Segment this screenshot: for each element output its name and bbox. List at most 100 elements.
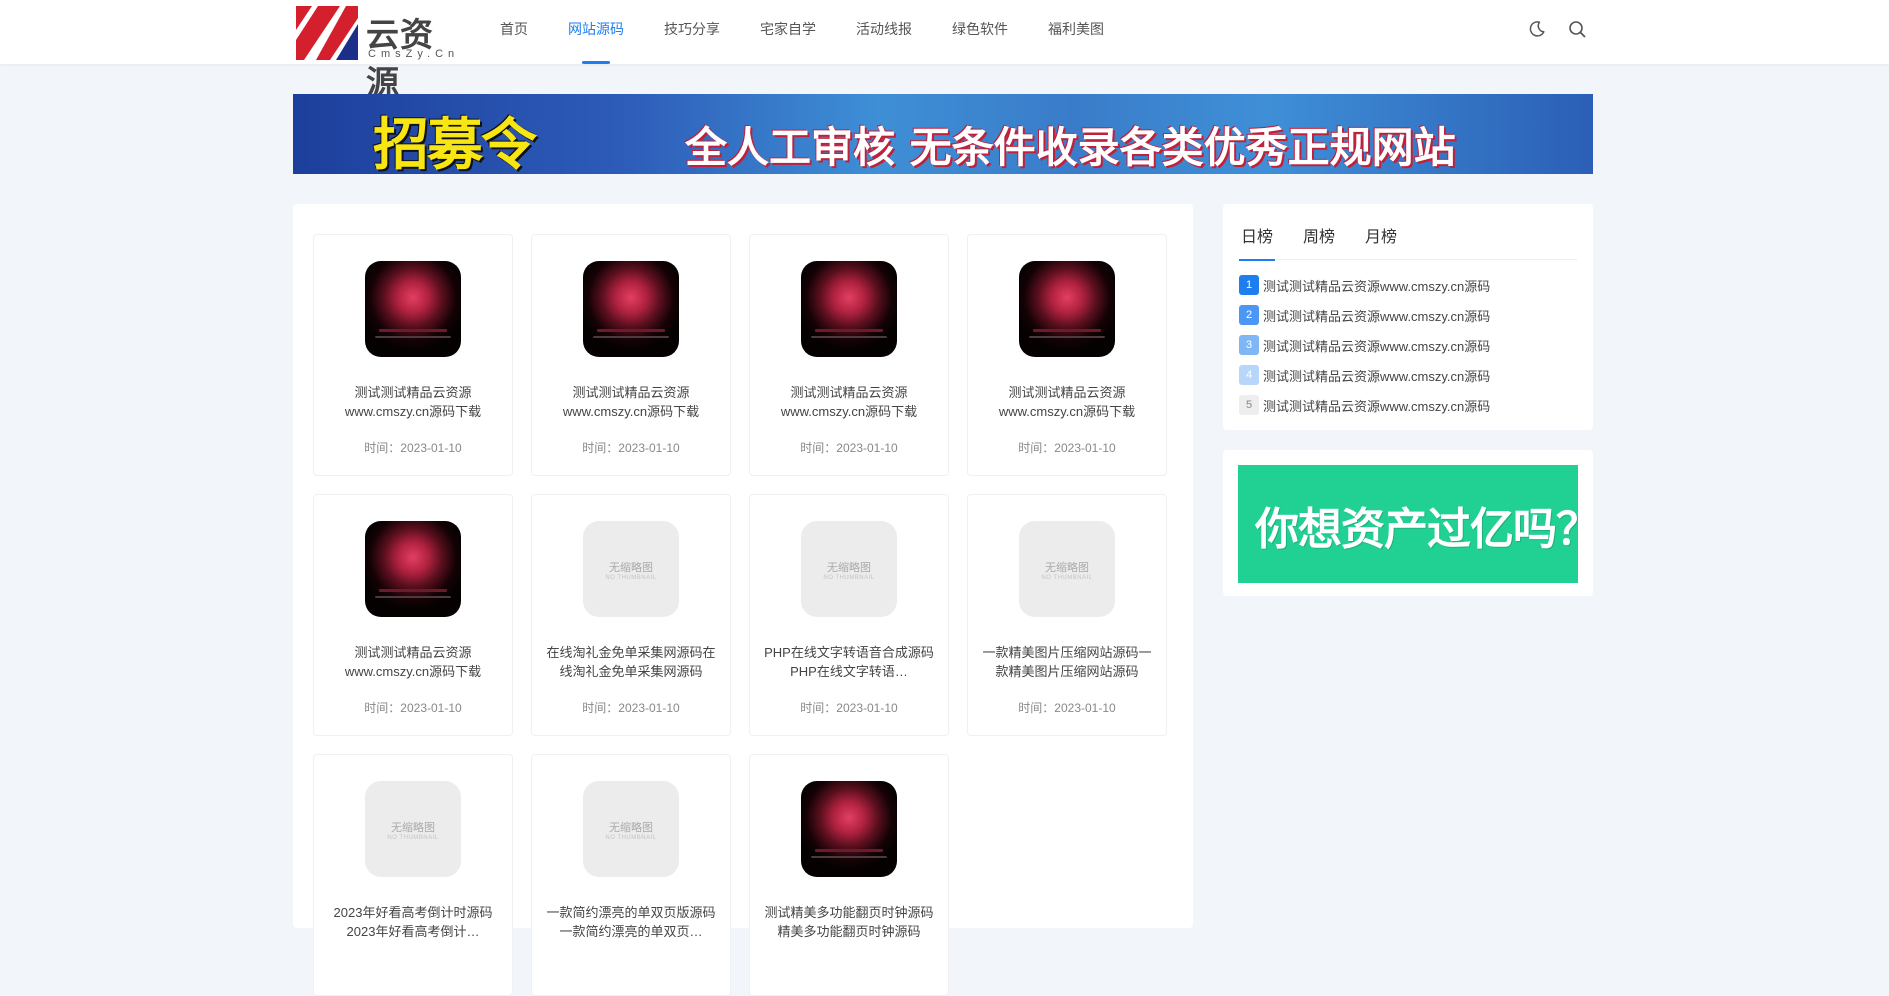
no-thumbnail-label: 无缩略图 [609,562,653,574]
nav-item-website-source[interactable]: 网站源码 [568,0,624,64]
post-title[interactable]: 测试测试精品云资源www.cmszy.cn源码下载 [326,643,500,681]
tab-weekly[interactable]: 周榜 [1301,218,1337,260]
no-thumbnail-label: 无缩略图 [609,822,653,834]
nav-item-gallery[interactable]: 福利美图 [1048,0,1104,64]
nav-item-home[interactable]: 首页 [500,0,528,64]
logo-subtitle: CmsZy.Cn [368,48,460,60]
thumbnail-detail [811,856,887,858]
thumbnail-detail [1029,336,1105,338]
post-card[interactable]: 无缩略图 NO THUMBNAIL PHP在线文字转语音合成源码PHP在线文字转语…… [749,494,949,736]
rank-number-badge: 3 [1239,335,1259,355]
ranking-item-title: 测试测试精品云资源www.cmszy.cn源码 [1263,278,1491,294]
post-thumbnail [801,261,897,357]
site-logo[interactable]: 云资源 CmsZy.Cn [296,6,466,102]
no-thumbnail-placeholder: 无缩略图 NO THUMBNAIL [1019,521,1115,617]
post-card[interactable]: 测试测试精品云资源www.cmszy.cn源码下载时间：2023-01-10 [749,234,949,476]
rank-number-badge: 2 [1239,305,1259,325]
post-card[interactable]: 测试测试精品云资源www.cmszy.cn源码下载时间：2023-01-10 [531,234,731,476]
post-time: 时间：2023-01-10 [1018,701,1116,715]
no-thumbnail-sublabel: NO THUMBNAIL [823,575,875,581]
post-title[interactable]: 测试测试精品云资源www.cmszy.cn源码下载 [762,383,936,421]
post-card[interactable]: 无缩略图 NO THUMBNAIL 在线淘礼金免单采集网源码在线淘礼金免单采集网源码… [531,494,731,736]
ranking-item-title: 测试测试精品云资源www.cmszy.cn源码 [1263,368,1491,384]
banner-headline: 招募令 [373,112,537,174]
post-title[interactable]: 测试测试精品云资源www.cmszy.cn源码下载 [326,383,500,421]
moon-icon[interactable] [1527,19,1547,39]
post-time: 时间：2023-01-10 [800,701,898,715]
post-time: 时间：2023-01-10 [800,441,898,455]
post-card[interactable]: 测试测试精品云资源www.cmszy.cn源码下载时间：2023-01-10 [313,234,513,476]
recruit-banner[interactable]: 招募令 全人工审核 无条件收录各类优秀正规网站 [293,94,1593,174]
no-thumbnail-label: 无缩略图 [1045,562,1089,574]
no-thumbnail-placeholder: 无缩略图 NO THUMBNAIL [801,521,897,617]
ad-text: 你想资产过亿吗？ [1255,504,1600,555]
ad-panel: 你想资产过亿吗？ [1223,450,1600,596]
rank-number-badge: 5 [1239,395,1259,415]
nav-item-tips[interactable]: 技巧分享 [664,0,720,64]
main-nav: 首页 网站源码 技巧分享 宅家自学 活动线报 绿色软件 福利美图 [500,0,1144,64]
nav-item-software[interactable]: 绿色软件 [952,0,1008,64]
post-title[interactable]: PHP在线文字转语音合成源码PHP在线文字转语… [762,643,936,681]
post-thumbnail [365,521,461,617]
thumbnail-detail [375,596,451,598]
post-title[interactable]: 测试精美多功能翻页时钟源码精美多功能翻页时钟源码 [762,903,936,941]
post-thumbnail [365,261,461,357]
ranking-item[interactable]: 4 测试测试精品云资源www.cmszy.cn源码 [1239,360,1577,390]
no-thumbnail-placeholder: 无缩略图 NO THUMBNAIL [583,521,679,617]
thumbnail-detail [1033,329,1101,332]
post-card[interactable]: 无缩略图 NO THUMBNAIL 一款简约漂亮的单双页版源码一款简约漂亮的单双页… [531,754,731,996]
banner-text: 全人工审核 无条件收录各类优秀正规网站 [685,123,1456,172]
post-title[interactable]: 2023年好看高考倒计时源码2023年好看高考倒计… [326,903,500,941]
ranking-panel: 日榜 周榜 月榜 1 测试测试精品云资源www.cmszy.cn源码 2 测试测试精品… [1223,204,1593,430]
post-title[interactable]: 一款简约漂亮的单双页版源码一款简约漂亮的单双页… [544,903,718,941]
post-grid: 测试测试精品云资源www.cmszy.cn源码下载 时间：2023-01-10 测试… [293,204,1193,996]
tab-monthly[interactable]: 月榜 [1363,218,1399,260]
post-card[interactable]: 无缩略图 NO THUMBNAIL 2023年好看高考倒计时源码2023年好看高考倒… [313,754,513,996]
thumbnail-detail [811,336,887,338]
post-thumbnail [583,261,679,357]
ranking-item-title: 测试测试精品云资源www.cmszy.cn源码 [1263,308,1491,324]
post-card[interactable]: 测试精美多功能翻页时钟源码精美多功能翻页时钟源码 [749,754,949,996]
no-thumbnail-placeholder: 无缩略图 NO THUMBNAIL [365,781,461,877]
post-thumbnail [801,781,897,877]
ad-banner[interactable]: 你想资产过亿吗？ [1238,465,1600,583]
ranking-item[interactable]: 1 测试测试精品云资源www.cmszy.cn源码 [1239,270,1577,300]
rank-number-badge: 1 [1239,275,1259,295]
search-icon[interactable] [1567,19,1587,39]
no-thumbnail-sublabel: NO THUMBNAIL [605,835,657,841]
post-title[interactable]: 一款精美图片压缩网站源码一款精美图片压缩网站源码 [980,643,1154,681]
thumbnail-detail [815,849,883,852]
post-card[interactable]: 测试测试精品云资源www.cmszy.cn源码下载 时间：2023-01-10 [313,494,513,736]
tab-daily[interactable]: 日榜 [1239,218,1276,261]
nav-item-self-study[interactable]: 宅家自学 [760,0,816,64]
ranking-item[interactable]: 3 测试测试精品云资源www.cmszy.cn源码 [1239,330,1577,360]
nav-item-activity[interactable]: 活动线报 [856,0,912,64]
post-thumbnail [1019,261,1115,357]
ranking-item-title: 测试测试精品云资源www.cmszy.cn源码 [1263,338,1491,354]
logo-mark-icon [296,6,358,60]
ranking-item[interactable]: 5 测试测试精品云资源www.cmszy.cn源码 [1239,390,1577,420]
no-thumbnail-sublabel: NO THUMBNAIL [605,575,657,581]
post-title[interactable]: 在线淘礼金免单采集网源码在线淘礼金免单采集网源码 [544,643,718,681]
thumbnail-detail [375,336,451,338]
thumbnail-detail [597,329,665,332]
site-header: 云资源 CmsZy.Cn 首页 网站源码 技巧分享 宅家自学 活动线报 绿色软件… [0,0,1889,102]
post-time: 时间：2023-01-10 [582,441,680,455]
thumbnail-detail [379,589,447,592]
no-thumbnail-label: 无缩略图 [391,822,435,834]
post-card[interactable]: 测试测试精品云资源www.cmszy.cn源码下载 时间：2023-01-10 [967,234,1167,476]
no-thumbnail-placeholder: 无缩略图 NO THUMBNAIL [583,781,679,877]
post-title[interactable]: 测试测试精品云资源www.cmszy.cn源码下载 [544,383,718,421]
ranking-item[interactable]: 2 测试测试精品云资源www.cmszy.cn源码 [1239,300,1577,330]
post-card[interactable]: 无缩略图 NO THUMBNAIL 一款精美图片压缩网站源码一款精美图片压缩网站源码… [967,494,1167,736]
ranking-tabs: 日榜 周榜 月榜 [1239,218,1577,261]
post-time: 时间：2023-01-10 [364,441,462,455]
no-thumbnail-label: 无缩略图 [827,562,871,574]
no-thumbnail-sublabel: NO THUMBNAIL [1041,575,1093,581]
rank-number-badge: 4 [1239,365,1259,385]
no-thumbnail-sublabel: NO THUMBNAIL [387,835,439,841]
post-title[interactable]: 测试测试精品云资源www.cmszy.cn源码下载 [980,383,1154,421]
post-time: 时间：2023-01-10 [582,701,680,715]
ranking-list: 1 测试测试精品云资源www.cmszy.cn源码 2 测试测试精品云资源www.cm… [1239,270,1577,420]
ranking-item-title: 测试测试精品云资源www.cmszy.cn源码 [1263,398,1491,414]
